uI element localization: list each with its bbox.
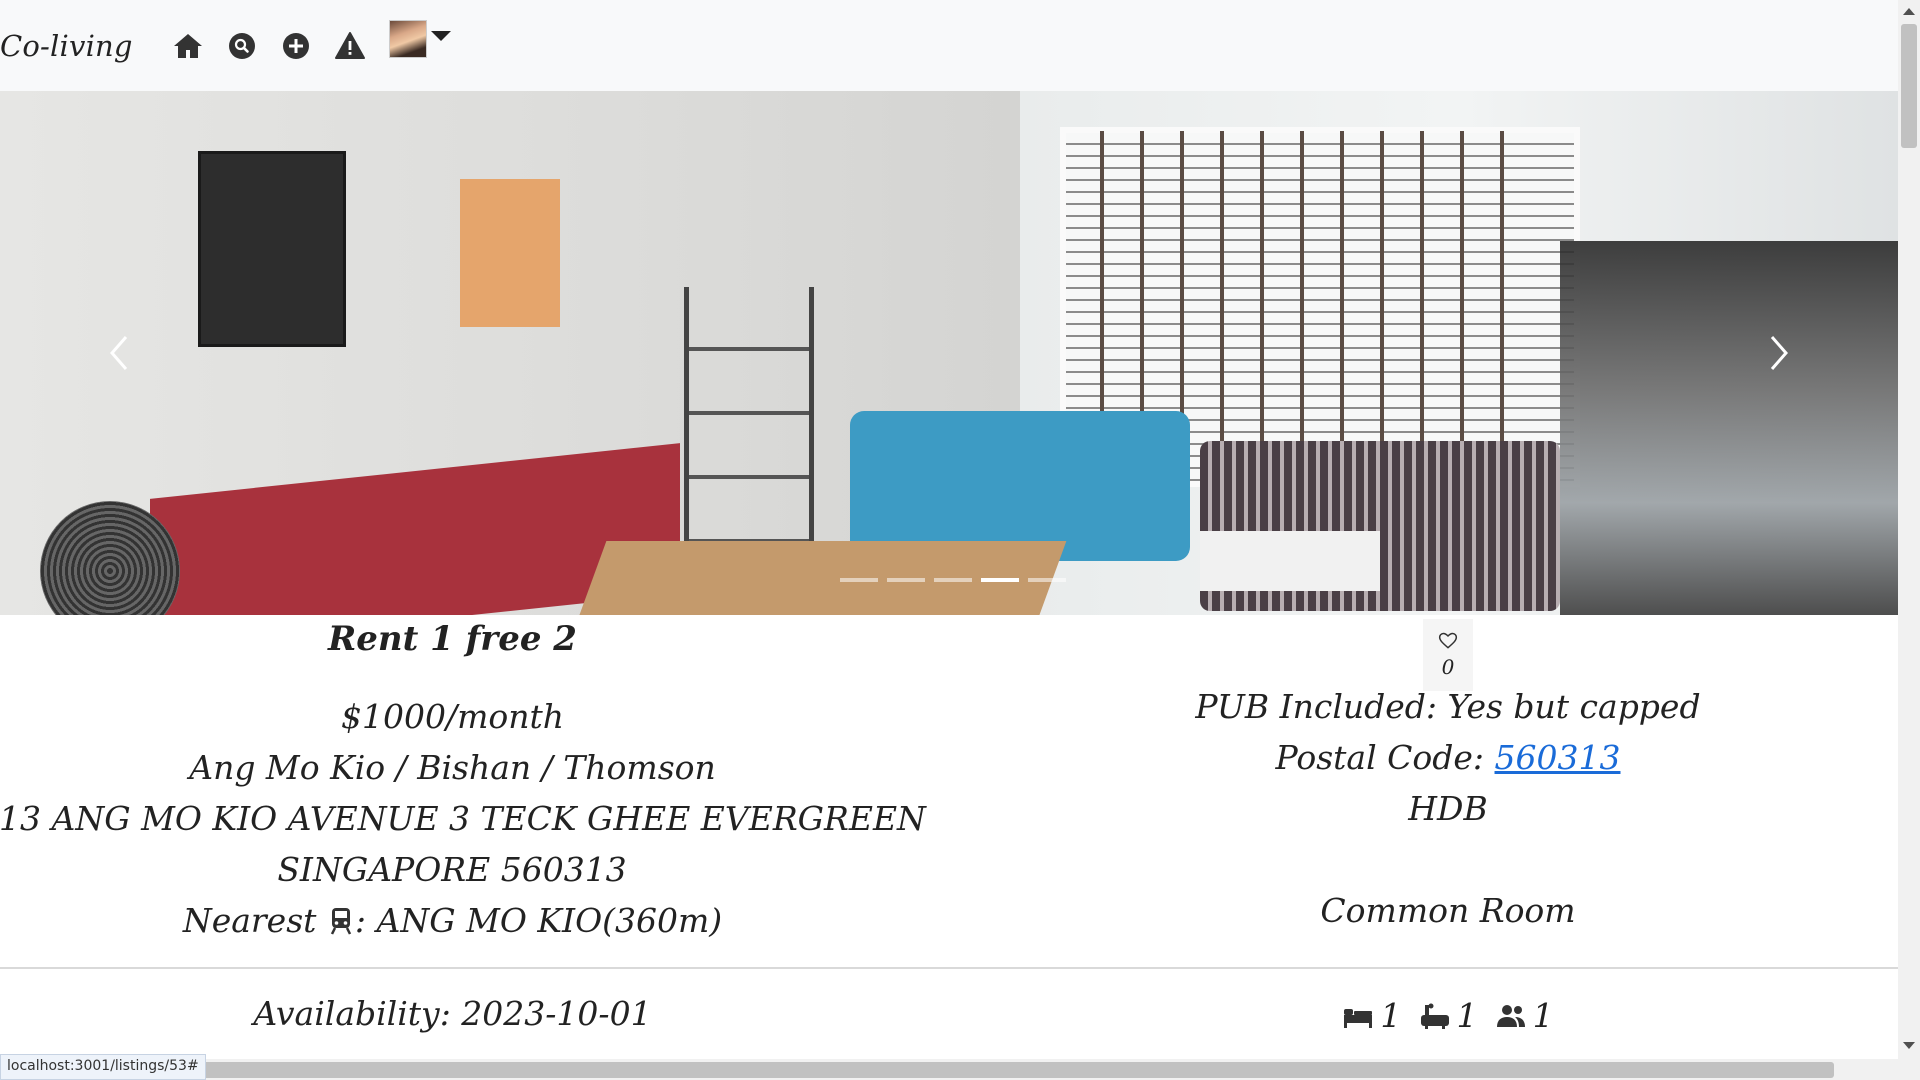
room-stats: 1 1 1 bbox=[1003, 996, 1893, 1035]
add-icon[interactable] bbox=[279, 29, 313, 63]
vertical-scrollbar-thumb[interactable] bbox=[1901, 24, 1917, 148]
search-icon[interactable] bbox=[225, 29, 259, 63]
listing-area: Ang Mo Kio / Bishan / Thomson bbox=[189, 748, 716, 787]
listing-info-left: Rent 1 free 2 $1000/month Ang Mo Kio / B… bbox=[0, 615, 926, 946]
bath-icon bbox=[1420, 1003, 1449, 1029]
home-icon[interactable] bbox=[171, 29, 205, 63]
availability: Availability: 2023-10-01 bbox=[253, 994, 652, 1033]
listing-info-right: 0 PUB Included: Yes but capped Postal Co… bbox=[1003, 615, 1893, 936]
carousel-indicator[interactable] bbox=[1028, 578, 1066, 582]
nearest-station: : ANG MO KIO(360m) bbox=[354, 901, 723, 940]
section-divider bbox=[0, 967, 1898, 969]
bathroom-stat: 1 bbox=[1419, 996, 1478, 1035]
scroll-down-arrow-icon[interactable] bbox=[1903, 1042, 1915, 1049]
room-type: Common Room bbox=[1320, 891, 1576, 930]
carousel-indicators bbox=[840, 578, 1066, 582]
postal-code-row: Postal Code: 560313 bbox=[1003, 732, 1893, 783]
listing-address: 313 ANG MO KIO AVENUE 3 TECK GHEE EVERGR… bbox=[0, 799, 926, 889]
postal-code-link[interactable]: 560313 bbox=[1495, 738, 1621, 777]
bedroom-stat: 1 bbox=[1342, 996, 1401, 1035]
photo-carousel bbox=[0, 91, 1898, 615]
link-status-bar: localhost:3001/listings/53# bbox=[0, 1054, 206, 1080]
train-icon bbox=[330, 908, 352, 935]
heart-icon bbox=[1438, 632, 1458, 649]
warning-icon[interactable] bbox=[333, 29, 367, 63]
occupant-stat: 1 bbox=[1495, 996, 1554, 1035]
chevron-right-icon bbox=[1770, 336, 1788, 370]
brand-link[interactable]: Co-living bbox=[0, 29, 133, 63]
scroll-up-arrow-icon[interactable] bbox=[1903, 8, 1915, 15]
caret-down-icon bbox=[430, 30, 451, 41]
carousel-indicator[interactable] bbox=[840, 578, 878, 582]
carousel-next-button[interactable] bbox=[1658, 91, 1898, 615]
people-icon bbox=[1496, 1004, 1525, 1027]
bedroom-count: 1 bbox=[1380, 996, 1402, 1035]
availability-row: Availability: 2023-10-01 bbox=[0, 988, 905, 1039]
like-count: 0 bbox=[1441, 655, 1455, 679]
chevron-left-icon bbox=[110, 336, 128, 370]
vertical-scrollbar[interactable] bbox=[1898, 0, 1920, 1080]
carousel-indicator-active[interactable] bbox=[981, 578, 1019, 582]
bed-icon bbox=[1344, 1008, 1373, 1028]
profile-dropdown[interactable] bbox=[388, 19, 451, 58]
pub-included: PUB Included: Yes but capped bbox=[1195, 687, 1701, 726]
occupant-count: 1 bbox=[1532, 996, 1554, 1035]
bathroom-count: 1 bbox=[1456, 996, 1478, 1035]
carousel-prev-button[interactable] bbox=[0, 91, 240, 615]
avatar bbox=[388, 19, 427, 58]
nearest-mrt: Nearest : ANG MO KIO(360m) bbox=[0, 895, 905, 946]
carousel-indicator[interactable] bbox=[887, 578, 925, 582]
navbar: Co-living bbox=[0, 0, 1898, 91]
horizontal-scrollbar-thumb[interactable] bbox=[186, 1062, 1834, 1078]
postal-code-label: Postal Code: bbox=[1275, 738, 1495, 777]
listing-photo bbox=[0, 91, 1898, 615]
nearest-label: Nearest bbox=[182, 901, 317, 940]
listing-title: Rent 1 free 2 bbox=[328, 619, 577, 659]
listing-price: $1000/month bbox=[340, 697, 565, 736]
carousel-indicator[interactable] bbox=[934, 578, 972, 582]
property-type: HDB bbox=[1408, 789, 1488, 828]
